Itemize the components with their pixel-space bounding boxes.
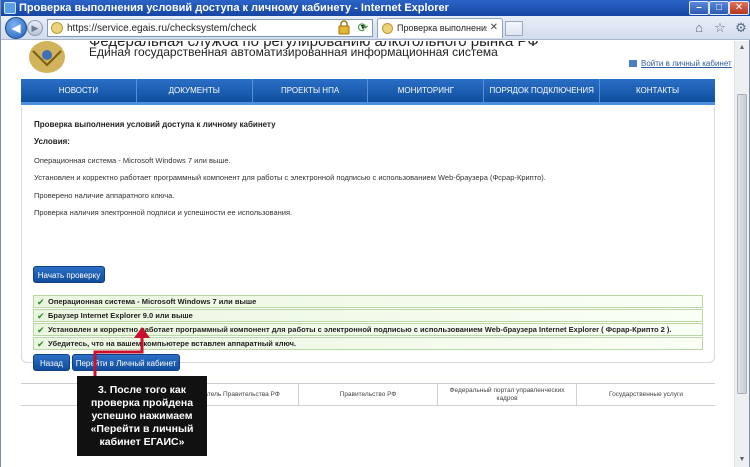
footer-link[interactable]: Государственные услуги <box>577 384 715 405</box>
condition-text: Проверено наличие аппаратного ключа. <box>34 191 175 200</box>
site-favicon-icon <box>51 22 63 34</box>
footer-link[interactable]: Федеральный портал управленческих кадров <box>438 384 577 405</box>
maximize-button[interactable]: □ <box>709 1 729 15</box>
section-title: Проверка выполнения условий доступа к ли… <box>34 120 276 129</box>
title-bar: Проверка выполнения условий доступа к ли… <box>1 0 750 16</box>
main-nav: НОВОСТИ ДОКУМЕНТЫ ПРОЕКТЫ НПА МОНИТОРИНГ… <box>21 79 715 105</box>
check-text: Убедитесь, что на вашем компьютере встав… <box>48 339 297 348</box>
emblem-logo-icon <box>29 41 65 73</box>
browser-window: Проверка выполнения условий доступа к ли… <box>0 0 750 467</box>
condition-text: Операционная система - Microsoft Windows… <box>34 156 231 165</box>
content-panel: Проверка выполнения условий доступа к ли… <box>21 107 715 371</box>
login-link[interactable]: Войти в личный кабинет <box>629 59 732 68</box>
condition-text: Установлен и корректно работает программ… <box>34 173 546 182</box>
condition-text: Проверка наличия электронной подписи и у… <box>34 208 293 217</box>
check-text: Установлен и корректно работает программ… <box>48 325 672 334</box>
lock-icon[interactable] <box>337 19 351 35</box>
nav-item-connection[interactable]: ПОРЯДОК ПОДКЛЮЧЕНИЯ <box>484 79 601 102</box>
back-arrow-icon[interactable]: ◀ <box>5 17 27 39</box>
check-row: ✔ Операционная система - Microsoft Windo… <box>33 295 703 308</box>
refresh-icon[interactable]: ⟳ <box>355 20 371 36</box>
window-title: Проверка выполнения условий доступа к ли… <box>19 2 449 14</box>
scroll-up-icon[interactable]: ▲ <box>737 44 747 52</box>
nav-item-contacts[interactable]: КОНТАКТЫ <box>600 79 715 102</box>
vertical-scrollbar[interactable]: ▲ ▼ <box>734 41 749 467</box>
scroll-down-icon[interactable]: ▼ <box>737 456 747 464</box>
gear-icon[interactable]: ⚙ <box>733 20 749 36</box>
close-button[interactable]: ✕ <box>729 1 749 15</box>
back-button[interactable]: Назад <box>33 354 70 371</box>
minimize-button[interactable]: – <box>689 1 709 15</box>
annotation-callout: 3. После того как проверка пройдена успе… <box>77 376 207 456</box>
check-text: Браузер Internet Explorer 9.0 или выше <box>48 311 193 320</box>
scroll-thumb[interactable] <box>737 94 747 394</box>
check-row: ✔ Установлен и корректно работает програ… <box>33 323 703 336</box>
login-icon <box>629 60 637 68</box>
footer-link[interactable]: Правительство РФ <box>299 384 438 405</box>
address-input[interactable]: https://service.egais.ru/checksystem/che… <box>67 22 257 35</box>
checkmark-icon: ✔ <box>37 339 45 349</box>
nav-item-monitoring[interactable]: МОНИТОРИНГ <box>368 79 485 102</box>
nav-item-documents[interactable]: ДОКУМЕНТЫ <box>137 79 253 102</box>
checkmark-icon: ✔ <box>37 297 45 307</box>
nav-item-news[interactable]: НОВОСТИ <box>21 79 137 102</box>
checkmark-icon: ✔ <box>37 311 45 321</box>
browser-toolbar: ◀ ▶ https://service.egais.ru/checksystem… <box>1 16 750 40</box>
go-to-cabinet-button[interactable]: Перейти в Личный кабинет <box>72 354 180 371</box>
tab-favicon-icon <box>382 23 393 34</box>
tab-current[interactable]: Проверка выполнения усло... ✕ <box>377 18 503 38</box>
address-bar[interactable]: https://service.egais.ru/checksystem/che… <box>47 19 373 37</box>
conditions-label: Условия: <box>34 137 70 146</box>
check-row: ✔ Убедитесь, что на вашем компьютере вст… <box>33 337 703 350</box>
checkmark-icon: ✔ <box>37 325 45 335</box>
check-text: Операционная система - Microsoft Windows… <box>48 297 257 306</box>
login-link-label: Войти в личный кабинет <box>641 59 732 68</box>
forward-arrow-icon[interactable]: ▶ <box>27 20 43 36</box>
tab-label: Проверка выполнения усло... <box>397 23 487 33</box>
check-results: ✔ Операционная система - Microsoft Windo… <box>33 295 703 351</box>
check-row: ✔ Браузер Internet Explorer 9.0 или выше <box>33 309 703 322</box>
favorites-star-icon[interactable]: ☆ <box>712 20 728 36</box>
start-check-button[interactable]: Начать проверку <box>33 266 105 283</box>
tab-close-icon[interactable]: ✕ <box>490 22 498 33</box>
new-tab-button[interactable] <box>505 21 523 36</box>
org-subtitle: Единая государственная автоматизированна… <box>89 45 498 59</box>
nav-item-npa-projects[interactable]: ПРОЕКТЫ НПА <box>253 79 369 102</box>
home-icon[interactable]: ⌂ <box>691 20 707 36</box>
ie-logo-icon <box>4 2 16 14</box>
